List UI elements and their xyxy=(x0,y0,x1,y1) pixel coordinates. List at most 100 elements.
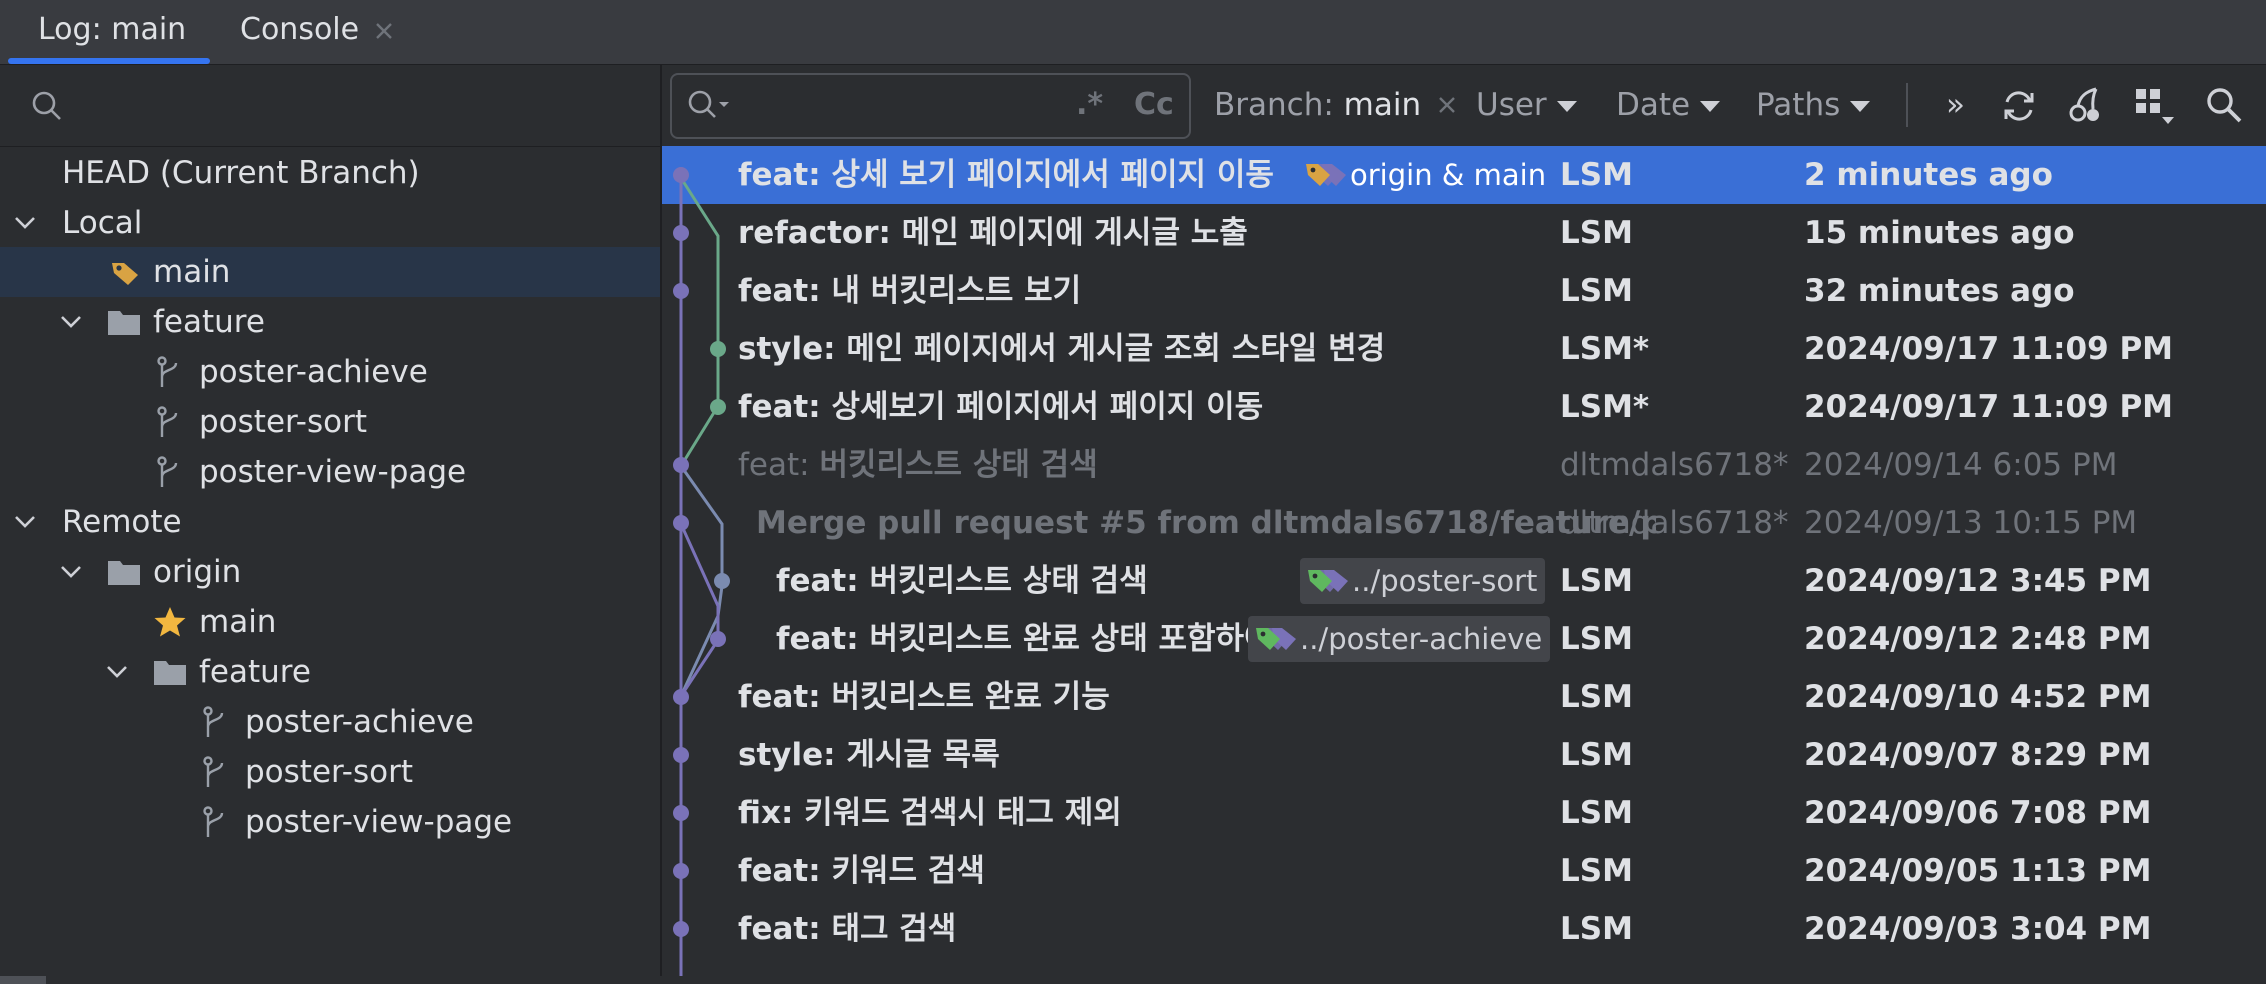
chevron-down-icon[interactable] xyxy=(58,309,84,335)
horizontal-scrollbar[interactable] xyxy=(0,976,2266,984)
search-icon[interactable] xyxy=(686,88,732,126)
commit-filter-input[interactable]: .* Cc xyxy=(670,73,1191,139)
remote-branch-label: poster-view-page xyxy=(245,804,513,840)
commit-type: feat: xyxy=(738,853,821,889)
commit-log-table[interactable]: feat: 상세 보기 페이지에서 페이지 이동 origin & main LSM… xyxy=(662,146,2266,976)
branch-icon xyxy=(157,356,178,387)
branch-icon xyxy=(157,456,178,487)
commit-author: dltmdals6718* xyxy=(1560,447,1789,483)
tree-local-branch[interactable]: poster-achieve xyxy=(0,347,660,397)
commit-row[interactable]: feat: 상세보기 페이지에서 페이지 이동 LSM* 2024/09/17 11… xyxy=(662,378,2266,436)
tree-remote-feature-folder[interactable]: feature xyxy=(0,647,660,697)
commit-author: LSM xyxy=(1560,215,1633,251)
remote-label: Remote xyxy=(62,504,182,540)
tree-local-main[interactable]: main xyxy=(0,247,660,297)
tree-remote-branch[interactable]: poster-achieve xyxy=(0,697,660,747)
cherry-pick-icon[interactable] xyxy=(2066,85,2104,129)
regex-toggle-icon[interactable]: .* xyxy=(1076,75,1103,135)
chevron-down-icon[interactable] xyxy=(104,659,130,685)
commit-message: Merge pull request #5 from dltmdals6718/… xyxy=(756,494,1656,552)
date-filter-dropdown[interactable]: Date xyxy=(1616,65,1721,145)
commit-author: LSM xyxy=(1560,853,1633,889)
match-case-toggle-icon[interactable]: Cc xyxy=(1134,75,1174,135)
chevron-down-icon[interactable] xyxy=(12,509,38,535)
commit-row[interactable]: feat: 상세 보기 페이지에서 페이지 이동 origin & main LSM… xyxy=(662,146,2266,204)
tag-icon xyxy=(1306,164,1346,186)
commit-text: 게시글 목록 xyxy=(846,737,1000,773)
refresh-icon[interactable] xyxy=(2000,87,2038,129)
commit-message: feat: 내 버킷리스트 보기 xyxy=(738,262,1081,320)
tree-remote-main[interactable]: main xyxy=(0,597,660,647)
local-branch-label: poster-view-page xyxy=(199,454,467,490)
commit-message: feat: 키워드 검색 xyxy=(738,842,985,900)
commit-type: feat: xyxy=(738,447,810,483)
commit-row[interactable]: Merge pull request #5 from dltmdals6718/… xyxy=(662,494,2266,552)
branch-filter[interactable]: Branch: main xyxy=(1214,65,1457,145)
branches-panel: HEAD (Current Branch) Local main feature… xyxy=(0,65,660,984)
commit-author: LSM xyxy=(1560,157,1633,193)
tab-log-main[interactable]: Log: main xyxy=(38,0,186,64)
commit-row[interactable]: fix: 키워드 검색시 태그 제외 LSM 2024/09/06 7:08 PM xyxy=(662,784,2266,842)
more-actions-button[interactable]: » xyxy=(1946,65,1965,145)
tree-local[interactable]: Local xyxy=(0,198,660,248)
tree-local-feature-folder[interactable]: feature xyxy=(0,297,660,347)
tree-remote-branch[interactable]: poster-view-page xyxy=(0,797,660,847)
ref-label[interactable]: origin & main xyxy=(1298,152,1554,198)
chevron-down-icon[interactable] xyxy=(12,210,38,236)
commit-text: Merge pull request #5 from dltmdals6718/… xyxy=(756,505,1656,541)
close-icon[interactable] xyxy=(1437,87,1457,123)
view-options-icon[interactable] xyxy=(2134,87,2176,131)
commit-row[interactable]: refactor: 메인 페이지에 게시글 노출 LSM 15 minutes ag… xyxy=(662,204,2266,262)
paths-filter-dropdown[interactable]: Paths xyxy=(1756,65,1871,145)
commit-row[interactable]: feat: 태그 검색 LSM 2024/09/03 3:04 PM xyxy=(662,900,2266,958)
tree-head[interactable]: HEAD (Current Branch) xyxy=(0,148,660,198)
tree-remote-branch[interactable]: poster-sort xyxy=(0,747,660,797)
commit-date: 2024/09/13 10:15 PM xyxy=(1804,505,2138,541)
tree-local-branch[interactable]: poster-view-page xyxy=(0,447,660,497)
close-icon[interactable] xyxy=(373,0,395,60)
commit-date: 15 minutes ago xyxy=(1804,215,2075,251)
commit-row[interactable]: feat: 내 버킷리스트 보기 LSM 32 minutes ago xyxy=(662,262,2266,320)
commit-row[interactable]: style: 게시글 목록 LSM 2024/09/07 8:29 PM xyxy=(662,726,2266,784)
commit-type: feat: xyxy=(776,563,859,599)
commit-type: style: xyxy=(738,331,836,367)
head-label: HEAD (Current Branch) xyxy=(62,155,420,191)
user-filter-dropdown[interactable]: User xyxy=(1476,65,1577,145)
tree-local-branch[interactable]: poster-sort xyxy=(0,397,660,447)
log-toolbar: .* Cc Branch: main User Date Paths » xyxy=(662,65,2266,147)
tree-remote-origin[interactable]: origin xyxy=(0,547,660,597)
chevron-down-icon[interactable] xyxy=(58,559,84,585)
search-icon[interactable] xyxy=(2204,85,2244,129)
user-filter-label: User xyxy=(1476,87,1547,123)
commit-message: feat: 상세보기 페이지에서 페이지 이동 xyxy=(738,378,1263,436)
commit-text: 버킷리스트 완료 상태 포함하여 xyxy=(869,621,1273,657)
commit-row[interactable]: feat: 버킷리스트 상태 검색 dltmdals6718* 2024/09/14… xyxy=(662,436,2266,494)
commit-date: 2024/09/06 7:08 PM xyxy=(1804,795,2152,831)
active-tab-indicator xyxy=(8,58,210,64)
commit-row[interactable]: feat: 버킷리스트 완료 상태 포함하여 ../poster-achieve L… xyxy=(662,610,2266,668)
tab-console-label: Console xyxy=(240,12,360,47)
branch-search-field[interactable] xyxy=(0,65,660,147)
remote-branch-label: poster-sort xyxy=(245,754,413,790)
commit-date: 2024/09/17 11:09 PM xyxy=(1804,389,2174,425)
commit-row[interactable]: style: 메인 페이지에서 게시글 조회 스타일 변경 LSM* 2024/09… xyxy=(662,320,2266,378)
commit-message: feat: 버킷리스트 완료 기능 xyxy=(738,668,1110,726)
commit-type: feat: xyxy=(776,621,859,657)
commit-author: LSM xyxy=(1560,911,1633,947)
folder-icon xyxy=(154,661,186,685)
commit-row[interactable]: feat: 키워드 검색 LSM 2024/09/05 1:13 PM xyxy=(662,842,2266,900)
commit-message: style: 메인 페이지에서 게시글 조회 스타일 변경 xyxy=(738,320,1385,378)
tab-console[interactable]: Console xyxy=(240,0,392,64)
commit-text: 메인 페이지에 게시글 노출 xyxy=(901,215,1248,251)
commit-message: feat: 버킷리스트 상태 검색 xyxy=(776,552,1148,610)
commit-date: 2024/09/07 8:29 PM xyxy=(1804,737,2152,773)
tab-log-main-label: Log: main xyxy=(38,12,187,47)
commit-row[interactable]: feat: 버킷리스트 완료 기능 LSM 2024/09/10 4:52 PM xyxy=(662,668,2266,726)
tree-remote[interactable]: Remote xyxy=(0,497,660,547)
commit-row[interactable]: feat: 버킷리스트 상태 검색 ../poster-sort LSM 2024/0… xyxy=(662,552,2266,610)
ref-label[interactable]: ../poster-sort xyxy=(1300,558,1546,604)
commit-author: LSM xyxy=(1560,621,1633,657)
scrollbar-thumb[interactable] xyxy=(0,976,46,984)
ref-label[interactable]: ../poster-achieve xyxy=(1248,616,1551,662)
commit-text: 키워드 검색시 태그 제외 xyxy=(804,795,1122,831)
